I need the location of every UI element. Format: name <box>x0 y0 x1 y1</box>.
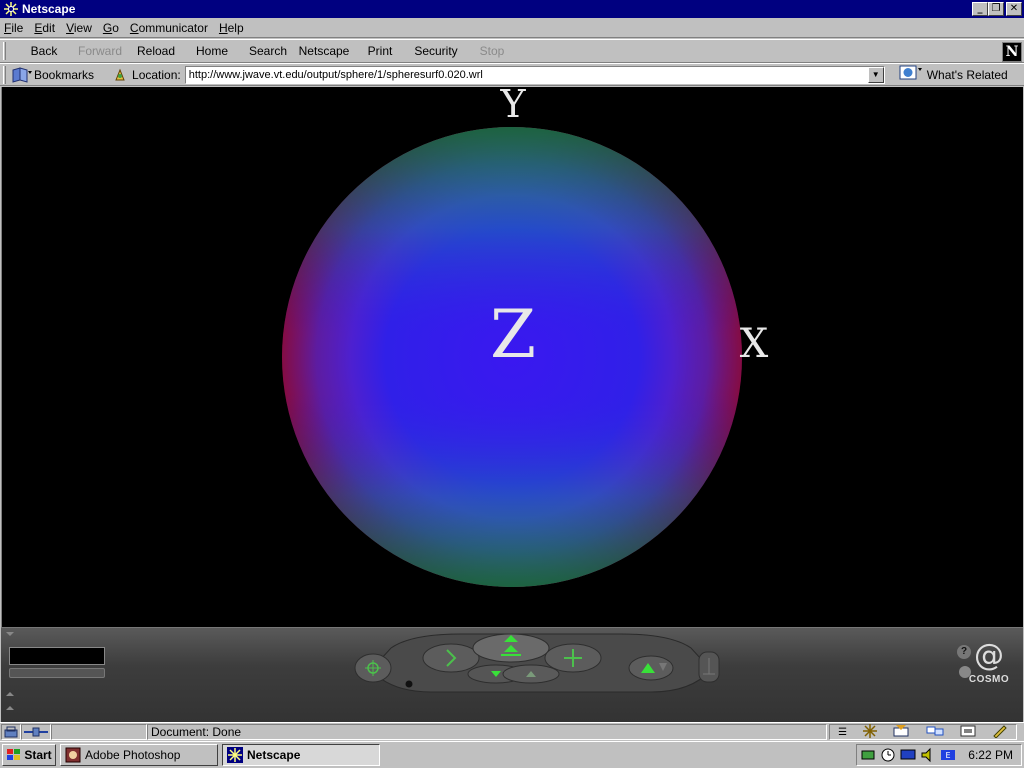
collapse-arrow-icon[interactable] <box>5 630 15 638</box>
start-label: Start <box>24 748 52 762</box>
title-bar: Netscape _ ❐ ✕ <box>0 0 1024 18</box>
toolbar-grip[interactable] <box>3 42 6 60</box>
navigation-controls <box>354 633 720 693</box>
display-tray-icon[interactable] <box>900 747 916 763</box>
component-bar: ☰ <box>829 723 1017 741</box>
cosmo-swirl-icon: @ <box>974 638 1004 673</box>
task-label: Netscape <box>247 748 301 762</box>
netscape-app-icon <box>3 1 19 17</box>
location-grip[interactable] <box>3 65 6 84</box>
search-button[interactable]: Search <box>240 44 296 58</box>
menu-edit[interactable]: Edit <box>34 21 55 35</box>
whats-related-button[interactable]: What's Related <box>899 65 1008 84</box>
edit-component-icon[interactable] <box>992 724 1008 741</box>
security-button[interactable]: Security <box>408 44 464 58</box>
axis-label-x: X <box>740 321 769 367</box>
task-netscape[interactable]: Netscape <box>222 744 380 766</box>
mail-component-icon[interactable] <box>893 724 909 740</box>
axis-label-y: Y <box>499 87 526 126</box>
task-adobe-photoshop[interactable]: Adobe Photoshop <box>60 744 218 766</box>
indicator-dot <box>405 680 413 688</box>
cosmo-brand-text: COSMO <box>968 674 1010 685</box>
pan-button[interactable] <box>544 643 602 673</box>
start-button[interactable]: Start <box>2 744 56 766</box>
location-toolbar: Bookmarks Location: http://www.jwave.vt.… <box>0 63 1024 86</box>
seek-button[interactable] <box>354 653 392 683</box>
system-tray: E 6:22 PM <box>856 744 1022 766</box>
windows-logo-icon <box>7 749 21 760</box>
menu-bar: File Edit View Go Communicator Help <box>0 18 1024 38</box>
whats-related-icon <box>899 65 923 84</box>
sphere-scene[interactable]: Y Z X <box>2 87 1023 627</box>
straighten-button[interactable] <box>698 651 720 683</box>
task-label: Adobe Photoshop <box>85 748 181 762</box>
walk-button[interactable] <box>472 633 550 663</box>
windows-taskbar: Start Adobe Photoshop Netscape E 6:22 PM <box>0 741 1024 768</box>
home-button[interactable]: Home <box>184 44 240 58</box>
scheduler-tray-icon[interactable] <box>880 747 896 763</box>
viewpoint-readout <box>9 647 105 665</box>
menu-view[interactable]: View <box>66 21 92 35</box>
stop-button[interactable]: Stop <box>464 44 520 58</box>
photoshop-icon <box>65 747 81 763</box>
menu-file[interactable]: File <box>4 21 23 35</box>
url-text: http://www.jwave.vt.edu/output/sphere/1/… <box>188 68 483 81</box>
status-bar: Document: Done ☰ <box>0 722 1024 741</box>
location-label: Location: <box>132 67 181 82</box>
url-dropdown-button[interactable]: ▼ <box>867 66 884 83</box>
vrml-viewport[interactable]: Y Z X <box>1 87 1023 627</box>
page-proxy-icon[interactable] <box>112 67 128 83</box>
composer-component-icon[interactable] <box>960 725 976 740</box>
restore-button[interactable]: ❐ <box>988 2 1004 16</box>
axis-label-z: Z <box>490 296 536 373</box>
network-tray-icon[interactable] <box>860 747 876 763</box>
navigation-toolbar: Back Forward Reload Home Search Netscape… <box>0 39 1024 63</box>
netscape-task-icon <box>227 747 243 763</box>
component-bar-grip-icon[interactable]: ☰ <box>838 727 847 738</box>
print-button[interactable]: Print <box>352 44 408 58</box>
clock[interactable]: 6:22 PM <box>968 748 1013 762</box>
reload-button[interactable]: Reload <box>128 44 184 58</box>
discussion-component-icon[interactable] <box>926 725 944 740</box>
minimize-button[interactable]: _ <box>972 2 988 16</box>
forward-button[interactable]: Forward <box>72 44 128 58</box>
close-button[interactable]: ✕ <box>1006 2 1022 16</box>
tilt-button[interactable] <box>628 655 674 681</box>
menu-help[interactable]: Help <box>219 21 244 35</box>
security-lock-icon[interactable] <box>1 724 21 740</box>
up-arrow-icon[interactable] <box>5 690 15 698</box>
progress-cell <box>51 724 147 740</box>
bookmarks-label[interactable]: Bookmarks <box>34 68 94 82</box>
window-title: Netscape <box>22 2 76 16</box>
bookmarks-icon[interactable] <box>10 66 34 84</box>
volume-tray-icon[interactable] <box>920 747 936 763</box>
connection-icon[interactable] <box>21 724 51 740</box>
cosmo-logo: @ COSMO <box>959 638 1019 708</box>
up-arrow-icon-2[interactable] <box>5 704 15 712</box>
svg-text:E: E <box>946 751 951 760</box>
language-tray-icon[interactable]: E <box>940 747 956 763</box>
url-input[interactable]: http://www.jwave.vt.edu/output/sphere/1/… <box>184 65 885 84</box>
netscape-logo[interactable]: N <box>1002 42 1022 62</box>
status-text: Document: Done <box>147 724 827 740</box>
viewpoint-dropdown[interactable] <box>9 668 105 678</box>
navigator-component-icon[interactable] <box>863 723 878 741</box>
netscape-button[interactable]: Netscape <box>296 44 352 58</box>
rotate-button[interactable] <box>422 643 480 673</box>
menu-go[interactable]: Go <box>103 21 119 35</box>
back-button[interactable]: Back <box>16 44 72 58</box>
whats-related-label: What's Related <box>926 67 1008 82</box>
menu-communicator[interactable]: Communicator <box>130 21 208 35</box>
move-up-button[interactable] <box>502 664 560 684</box>
cosmo-player-dashboard: ? @ COSMO <box>1 627 1023 722</box>
